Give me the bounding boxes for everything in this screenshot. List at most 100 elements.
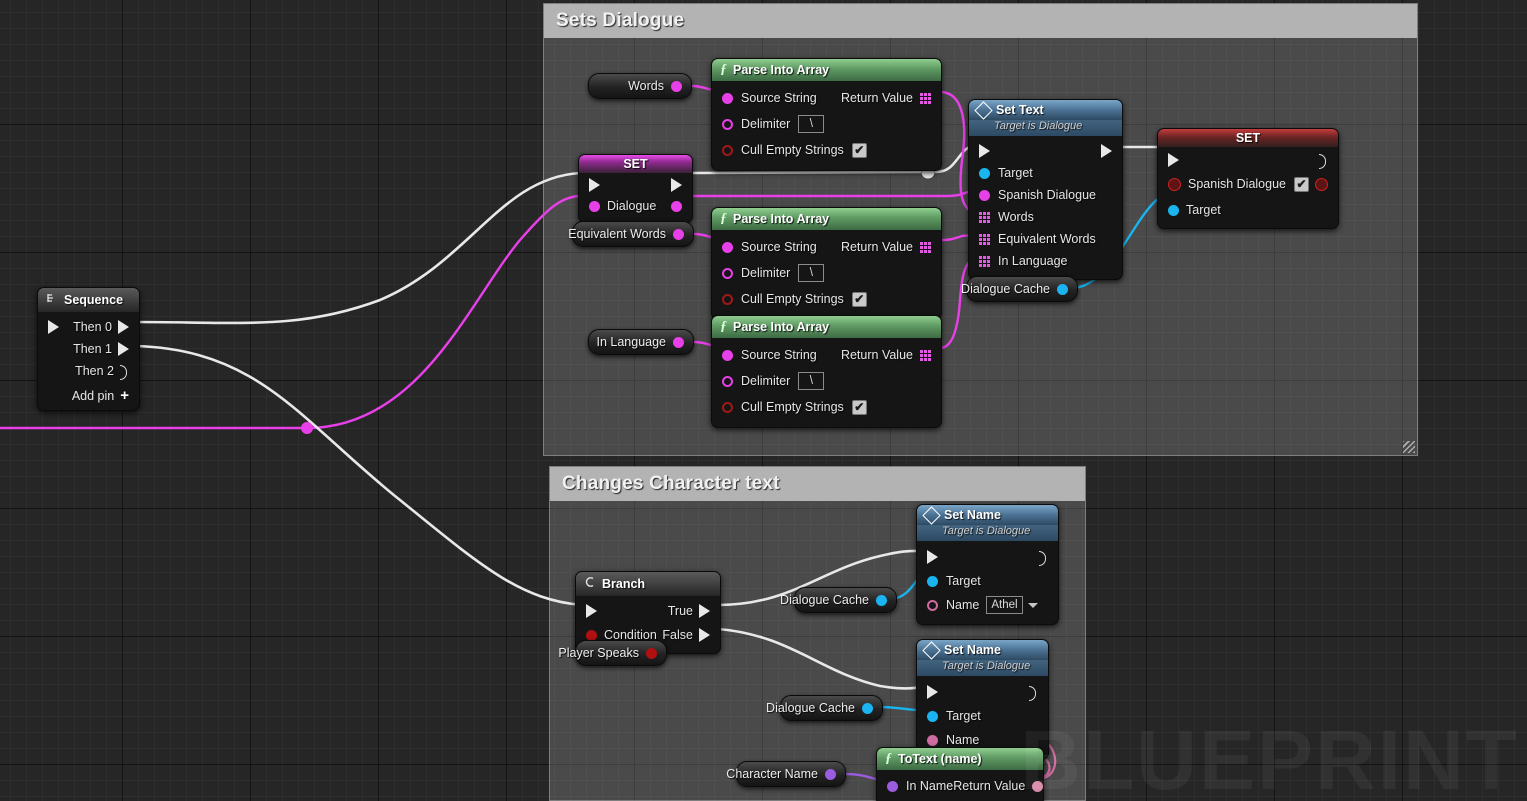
node-header[interactable]: Set Text [969, 100, 1122, 120]
node-sequence[interactable]: Sequence Then 0 Then 1 Then 2 Add pin + [37, 287, 140, 411]
node-set-dialogue[interactable]: SET Dialogue [578, 154, 693, 223]
exec-in-icon[interactable] [48, 320, 59, 334]
bool-in-pin[interactable] [722, 401, 733, 413]
pin-row-delimiter[interactable]: Delimiter \ [712, 111, 941, 137]
string-in-pin[interactable] [722, 118, 733, 130]
exec-in-icon[interactable] [586, 604, 597, 618]
pin-row-target[interactable]: Target [917, 569, 1058, 593]
string-in-pin[interactable] [722, 92, 733, 104]
name-in-pin[interactable] [927, 599, 938, 611]
blueprint-graph-canvas[interactable]: Sets Dialogue Changes Character text Seq… [0, 0, 1527, 801]
node-header[interactable]: ƒ Parse Into Array [712, 316, 941, 338]
pin-row-then2[interactable]: Then 2 [38, 360, 139, 382]
pin-row-words[interactable]: Words [969, 206, 1122, 228]
chevron-down-icon[interactable] [1027, 602, 1038, 608]
object-in-pin[interactable] [1168, 204, 1179, 216]
pin-row-target[interactable]: Target [969, 162, 1122, 184]
string-in-pin[interactable] [722, 241, 733, 253]
pin-row-spanish-dialogue[interactable]: Spanish Dialogue [969, 184, 1122, 206]
exec-in-icon[interactable] [927, 685, 938, 699]
pin-row-cull-empty-strings[interactable]: Cull Empty Strings ✔ [712, 286, 941, 312]
pin-row-target[interactable]: Target [1158, 197, 1338, 223]
object-out-pin[interactable] [1057, 283, 1068, 295]
cull-empty-strings-checkbox[interactable]: ✔ [851, 291, 867, 307]
string-in-pin[interactable] [979, 189, 990, 201]
node-header[interactable]: ƒ Parse Into Array [712, 59, 941, 81]
pin-row-in-name[interactable]: In Name Return Value [877, 774, 1044, 798]
bool-in-pin[interactable] [722, 144, 733, 156]
node-header[interactable]: ƒ ToText (name) [877, 748, 1043, 770]
object-in-pin[interactable] [927, 710, 938, 722]
exec-in-icon[interactable] [1168, 153, 1179, 167]
variable-get-in-language[interactable]: In Language [588, 329, 694, 355]
variable-get-equivalent-words[interactable]: Equivalent Words [568, 221, 694, 247]
array-in-pin[interactable] [979, 255, 990, 267]
pin-row-name[interactable]: Name Athel [917, 593, 1058, 617]
variable-get-words[interactable]: Words [588, 73, 692, 99]
array-out-pin[interactable] [920, 92, 931, 104]
reroute-knot-node[interactable] [301, 422, 313, 434]
exec-out-icon[interactable] [1029, 685, 1038, 701]
exec-out-icon[interactable] [671, 178, 682, 192]
node-set-name-2[interactable]: Set Name Target is Dialogue Target Name [916, 639, 1049, 760]
pin-row-source-string[interactable]: Source String Return Value [712, 85, 941, 111]
cull-empty-strings-checkbox[interactable]: ✔ [851, 142, 867, 158]
bool-out-pin[interactable] [646, 647, 657, 659]
variable-get-player-speaks[interactable]: Player Speaks [558, 640, 667, 666]
variable-get-dialogue-cache-3[interactable]: Dialogue Cache [766, 695, 883, 721]
string-out-pin[interactable] [671, 200, 682, 212]
node-set-text[interactable]: Set Text Target is Dialogue Target Spani… [968, 99, 1123, 280]
exec-out-icon[interactable] [1319, 153, 1328, 169]
exec-out-icon[interactable] [118, 320, 129, 334]
exec-out-false-icon[interactable] [699, 628, 710, 642]
pin-row-exec[interactable] [917, 545, 1058, 569]
node-header[interactable]: Set Name [917, 640, 1048, 660]
text-out-pin[interactable] [1032, 780, 1044, 792]
node-header[interactable]: SET [1158, 129, 1338, 147]
node-header[interactable]: ƒ Parse Into Array [712, 208, 941, 230]
node-header[interactable]: Sequence [38, 288, 139, 312]
string-out-pin[interactable] [673, 228, 684, 240]
bool-in-pin[interactable] [722, 293, 733, 305]
name-input[interactable]: Athel [986, 596, 1023, 614]
variable-get-dialogue-cache-2[interactable]: Dialogue Cache [780, 587, 897, 613]
pin-row-delimiter[interactable]: Delimiter \ [712, 260, 941, 286]
add-pin-button[interactable]: Add pin + [38, 382, 139, 403]
pin-row-exec[interactable] [1158, 149, 1338, 171]
pin-row-dialogue[interactable]: Dialogue [579, 195, 692, 217]
string-in-pin[interactable] [589, 200, 600, 212]
pin-row-delimiter[interactable]: Delimiter \ [712, 368, 941, 394]
pin-row-source-string[interactable]: Source String Return Value [712, 342, 941, 368]
node-parse-into-array-3[interactable]: ƒ Parse Into Array Source String Return … [711, 315, 942, 428]
object-out-pin[interactable] [862, 702, 873, 714]
pin-row-then1[interactable]: Then 1 [38, 338, 139, 360]
exec-out-icon[interactable] [1039, 550, 1048, 566]
pin-row-exec[interactable] [579, 175, 692, 195]
array-out-pin[interactable] [920, 349, 931, 361]
node-header[interactable]: Branch [576, 572, 720, 596]
name-out-pin[interactable] [825, 768, 836, 780]
node-parse-into-array-2[interactable]: ƒ Parse Into Array Source String Return … [711, 207, 942, 320]
exec-out-true-icon[interactable] [699, 604, 710, 618]
cull-empty-strings-checkbox[interactable]: ✔ [851, 399, 867, 415]
exec-out-icon[interactable] [118, 342, 129, 356]
exec-out-icon[interactable] [120, 364, 129, 380]
comment-title-bar[interactable]: Sets Dialogue [544, 4, 1417, 38]
comment-resize-handle[interactable] [1403, 441, 1415, 453]
exec-in-icon[interactable] [927, 550, 938, 564]
pin-row-source-string[interactable]: Source String Return Value [712, 234, 941, 260]
pin-row-spanish-dialogue[interactable]: Spanish Dialogue ✔ [1158, 171, 1338, 197]
node-set-spanish-dialogue[interactable]: SET Spanish Dialogue ✔ Target [1157, 128, 1339, 229]
name-in-pin[interactable] [887, 780, 898, 792]
object-out-pin[interactable] [876, 594, 887, 606]
pin-row-cull-empty-strings[interactable]: Cull Empty Strings ✔ [712, 394, 941, 420]
pin-row-in-language[interactable]: In Language [969, 250, 1122, 272]
pin-row-target[interactable]: Target [917, 704, 1048, 728]
array-out-pin[interactable] [920, 241, 931, 253]
pin-row-exec[interactable] [917, 680, 1048, 704]
pin-row-exec[interactable] [969, 140, 1122, 162]
delimiter-input[interactable]: \ [798, 115, 825, 133]
string-out-pin[interactable] [673, 336, 684, 348]
string-in-pin[interactable] [722, 349, 733, 361]
exec-out-icon[interactable] [1101, 144, 1112, 158]
